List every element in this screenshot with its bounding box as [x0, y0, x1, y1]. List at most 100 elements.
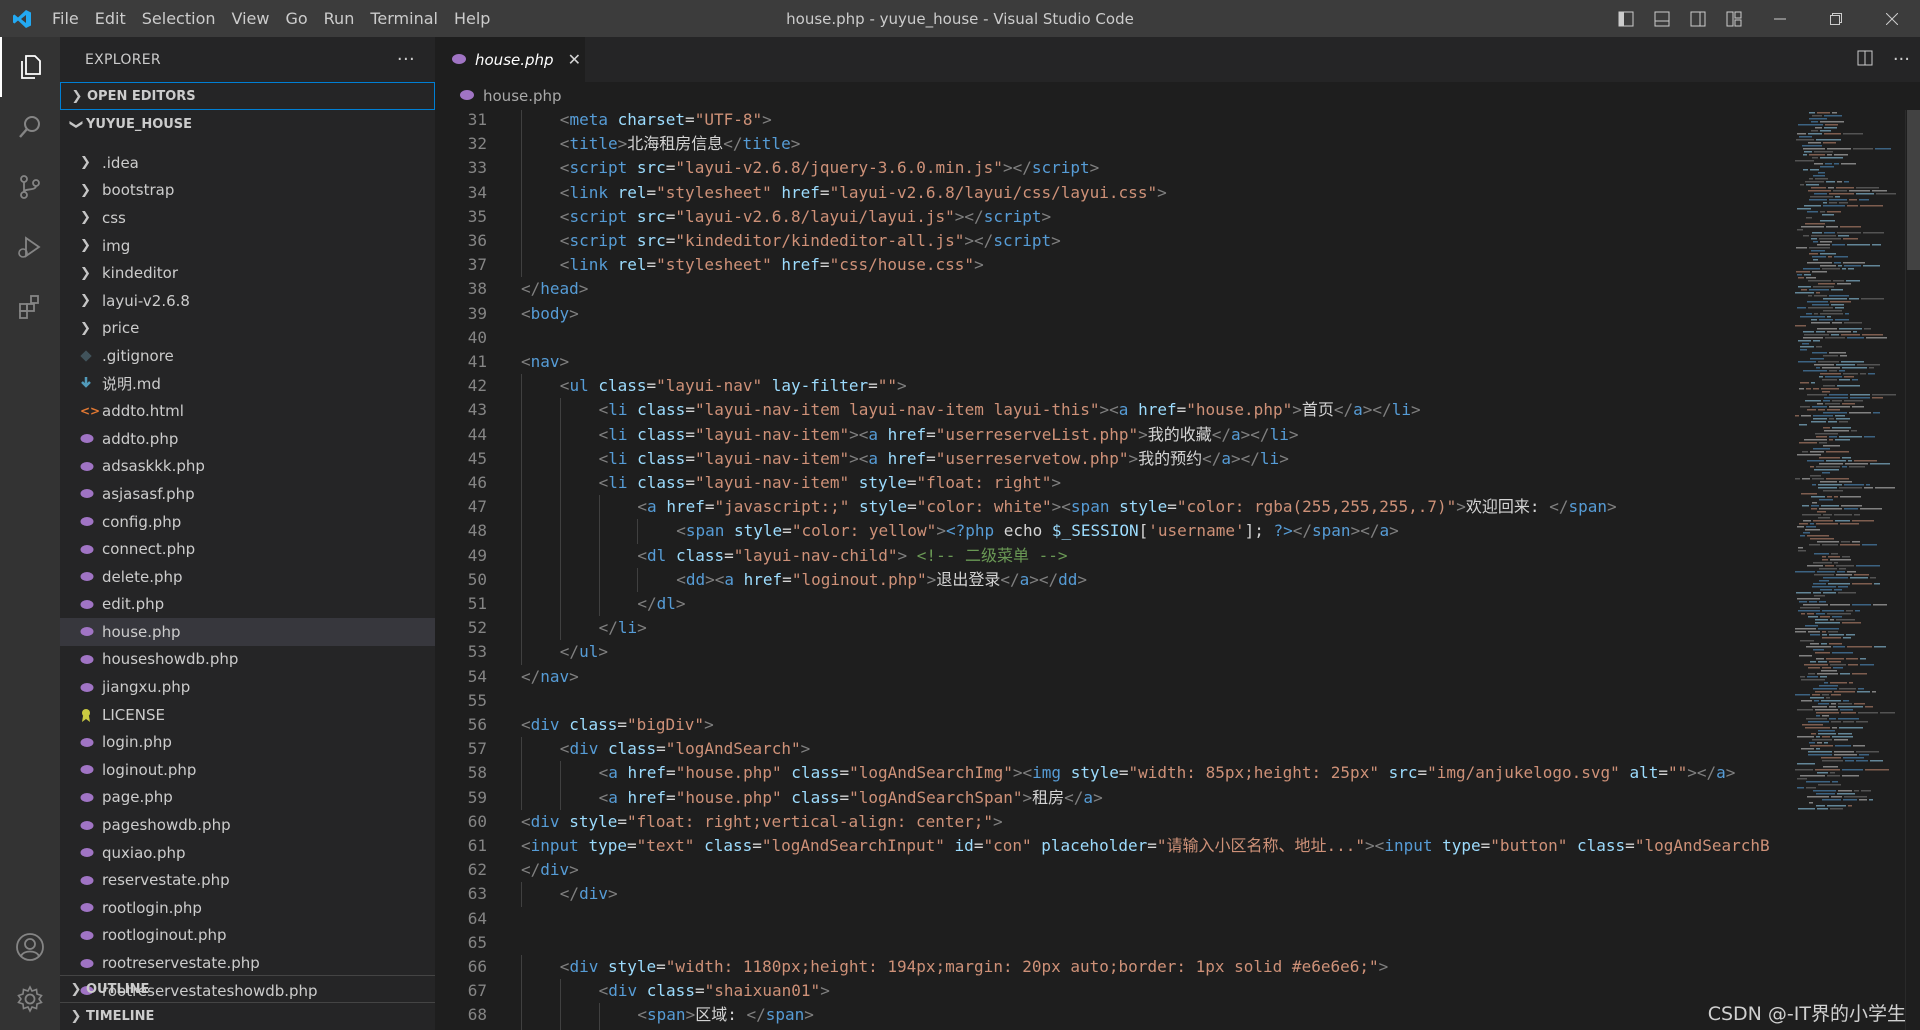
code-line[interactable]: 62 </div> [435, 858, 1785, 882]
code-line[interactable]: 49 <dl class="layui-nav-child"> <!-- 二级菜单… [435, 543, 1785, 568]
folder-item[interactable]: ❯ css [60, 204, 435, 232]
file-item[interactable]: rootloginout.php [60, 922, 435, 950]
menu-view[interactable]: View [224, 0, 278, 37]
file-item[interactable]: loginout.php [60, 756, 435, 784]
file-item[interactable]: <> addto.html [60, 397, 435, 425]
search-icon[interactable] [0, 97, 60, 157]
code-line[interactable]: 44 <li class="layui-nav-item"><a href="us… [435, 422, 1785, 447]
code-line[interactable]: 56 <div class="bigDiv"> [435, 713, 1785, 737]
extensions-icon[interactable] [0, 277, 60, 337]
minimap[interactable] [1785, 110, 1905, 1030]
code-line[interactable]: 36 <script src="kindeditor/kindeditor-all… [435, 229, 1785, 254]
code-line[interactable]: 66 <div style="width: 1180px;height: 194p… [435, 955, 1785, 980]
settings-gear-icon[interactable] [0, 969, 60, 1029]
code-line[interactable]: 35 <script src="layui-v2.6.8/layui/layui.… [435, 204, 1785, 229]
vertical-scrollbar[interactable] [1905, 110, 1920, 1030]
folder-item[interactable]: ❯ bootstrap [60, 177, 435, 205]
file-item[interactable]: quxiao.php [60, 839, 435, 867]
code-line[interactable]: 57 <div class="logAndSearch"> [435, 737, 1785, 762]
file-item[interactable]: rootreservestate.php [60, 949, 435, 977]
menu-selection[interactable]: Selection [134, 0, 224, 37]
code-line[interactable]: 60 <div style="float: right;vertical-alig… [435, 810, 1785, 834]
file-item[interactable]: reservestate.php [60, 866, 435, 894]
code-line[interactable]: 40 [435, 326, 1785, 350]
code-line[interactable]: 59 <a href="house.php" class="logAndSearc… [435, 785, 1785, 810]
folder-item[interactable]: ❯ kindeditor [60, 259, 435, 287]
code-line[interactable]: 63 </div> [435, 882, 1785, 907]
code-line[interactable]: 41 <nav> [435, 350, 1785, 374]
code-line[interactable]: 64 [435, 907, 1785, 931]
timeline-section[interactable]: ❯ TIMELINE [60, 1002, 435, 1030]
menu-file[interactable]: File [44, 0, 87, 37]
outline-section[interactable]: ❯ OUTLINE [60, 975, 435, 1003]
code-line[interactable]: 67 <div class="shaixuan01"> [435, 979, 1785, 1004]
code-line[interactable]: 31 <meta charset="UTF-8"> [435, 110, 1785, 133]
minimize-icon[interactable] [1752, 0, 1808, 37]
file-item[interactable]: 说明.md [60, 370, 435, 398]
menu-run[interactable]: Run [316, 0, 363, 37]
scrollbar-thumb[interactable] [1907, 110, 1920, 270]
menu-go[interactable]: Go [277, 0, 315, 37]
menu-help[interactable]: Help [446, 0, 498, 37]
code-line[interactable]: 37 <link rel="stylesheet" href="css/house… [435, 253, 1785, 278]
code-line[interactable]: 52 </li> [435, 616, 1785, 641]
file-item[interactable]: page.php [60, 784, 435, 812]
file-item[interactable]: LICENSE [60, 701, 435, 729]
toggle-secondary-sidebar-icon[interactable] [1680, 0, 1716, 37]
menu-edit[interactable]: Edit [87, 0, 134, 37]
code-line[interactable]: 53 </ul> [435, 640, 1785, 665]
file-item[interactable]: login.php [60, 728, 435, 756]
code-line[interactable]: 32 <title>北海租房信息</title> [435, 132, 1785, 157]
source-control-icon[interactable] [0, 157, 60, 217]
code-line[interactable]: 48 <span style="color: yellow"><?php echo… [435, 519, 1785, 544]
code-line[interactable]: 43 <li class="layui-nav-item layui-nav-it… [435, 398, 1785, 423]
file-item[interactable]: .gitignore [60, 342, 435, 370]
code-line[interactable]: 33 <script src="layui-v2.6.8/jquery-3.6.0… [435, 156, 1785, 181]
code-line[interactable]: 45 <li class="layui-nav-item"><a href="us… [435, 446, 1785, 471]
split-editor-icon[interactable] [1857, 50, 1873, 70]
tab-house-php[interactable]: house.php ✕ [435, 37, 585, 82]
file-item[interactable]: house.php [60, 618, 435, 646]
more-actions-icon[interactable]: ··· [397, 49, 415, 70]
code-line[interactable]: 50 <dd><a href="loginout.php">退出登录</a></d… [435, 567, 1785, 592]
file-item[interactable]: connect.php [60, 535, 435, 563]
file-item[interactable]: delete.php [60, 563, 435, 591]
code-editor[interactable]: 31 <meta charset="UTF-8"> 32 <title>北海租房信息<… [435, 110, 1785, 1030]
folder-item[interactable]: ❯ layui-v2.6.8 [60, 287, 435, 315]
code-line[interactable]: 38 </head> [435, 277, 1785, 301]
file-item[interactable]: houseshowdb.php [60, 646, 435, 674]
menu-terminal[interactable]: Terminal [362, 0, 446, 37]
open-editors-section[interactable]: ❯ OPEN EDITORS [60, 82, 435, 110]
code-line[interactable]: 51 </dl> [435, 592, 1785, 617]
close-tab-icon[interactable]: ✕ [568, 50, 581, 69]
code-line[interactable]: 34 <link rel="stylesheet" href="layui-v2.… [435, 180, 1785, 205]
folder-item[interactable]: ❯ price [60, 315, 435, 343]
run-debug-icon[interactable] [0, 217, 60, 277]
restore-icon[interactable] [1808, 0, 1864, 37]
file-item[interactable]: config.php [60, 508, 435, 536]
toggle-sidebar-icon[interactable] [1608, 0, 1644, 37]
explorer-icon[interactable] [0, 37, 60, 97]
code-line[interactable]: 46 <li class="layui-nav-item" style="floa… [435, 471, 1785, 496]
code-line[interactable]: 54 </nav> [435, 665, 1785, 689]
code-line[interactable]: 55 [435, 689, 1785, 713]
customize-layout-icon[interactable] [1716, 0, 1752, 37]
code-line[interactable]: 58 <a href="house.php" class="logAndSearc… [435, 761, 1785, 786]
code-line[interactable]: 47 <a href="javascript:;" style="color: w… [435, 495, 1785, 520]
code-line[interactable]: 61 <input type="text" class="logAndSearch… [435, 834, 1785, 858]
code-line[interactable]: 68 <span>区域: </span> [435, 1003, 1785, 1028]
file-item[interactable]: edit.php [60, 591, 435, 619]
toggle-panel-icon[interactable] [1644, 0, 1680, 37]
file-item[interactable]: adsaskkk.php [60, 453, 435, 481]
file-item[interactable]: addto.php [60, 425, 435, 453]
more-actions-icon[interactable]: ··· [1893, 49, 1910, 70]
folder-item[interactable]: ❯ .idea [60, 149, 435, 177]
breadcrumb-file[interactable]: house.php [483, 87, 562, 105]
folder-item[interactable]: ❯ img [60, 232, 435, 260]
code-line[interactable]: 42 <ul class="layui-nav" lay-filter=""> [435, 374, 1785, 399]
code-line[interactable]: 65 [435, 931, 1785, 955]
close-window-icon[interactable] [1864, 0, 1920, 37]
code-line[interactable]: 39 <body> [435, 302, 1785, 326]
accounts-icon[interactable] [0, 917, 60, 977]
file-item[interactable]: pageshowdb.php [60, 811, 435, 839]
